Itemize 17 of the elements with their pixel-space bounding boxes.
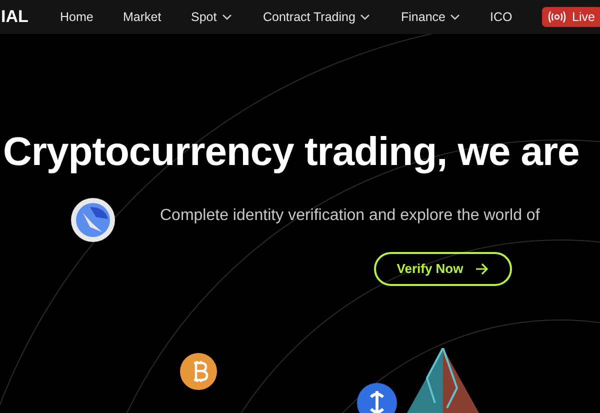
pyramid-drawing — [407, 348, 479, 413]
nav-link[interactable]: ICO — [490, 8, 512, 26]
live-button[interactable]: Live — [542, 7, 600, 27]
broadcast-icon — [548, 11, 566, 23]
hero-headline: Cryptocurrency trading, we are — [3, 129, 580, 176]
coin-icon — [70, 197, 116, 243]
bitcoin-icon — [180, 353, 217, 390]
nav-link[interactable]: Spot — [191, 8, 232, 26]
arrow-right-icon — [475, 263, 490, 275]
nav-link[interactable]: Market — [123, 8, 162, 26]
verify-now-button[interactable]: Verify Now — [374, 252, 512, 286]
nav-link[interactable]: Finance — [401, 8, 460, 26]
brand-logo[interactable]: IAL — [1, 4, 60, 30]
hero-subtitle: Complete identity verification and explore the world of — [160, 206, 540, 226]
coin-icon — [357, 383, 397, 413]
nav-link[interactable]: Contract Trading — [263, 8, 370, 26]
nav-link[interactable]: Home — [60, 8, 94, 26]
